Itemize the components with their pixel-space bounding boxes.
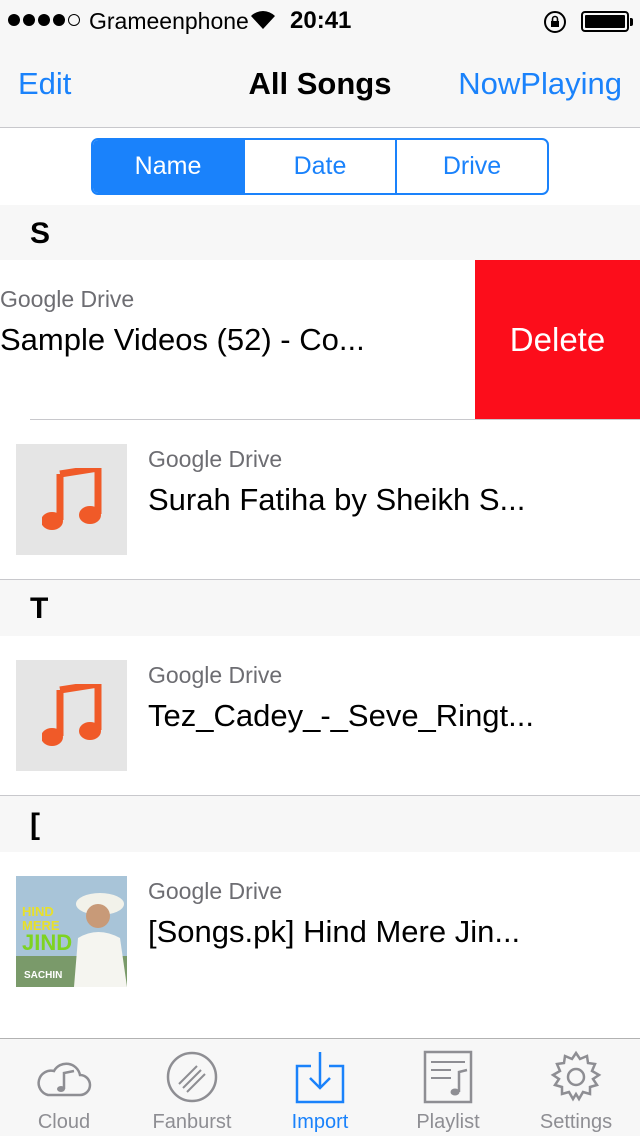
section-header-s: S bbox=[0, 205, 640, 261]
tab-import[interactable]: Import bbox=[256, 1039, 384, 1136]
svg-text:SACHIN: SACHIN bbox=[24, 970, 62, 981]
tab-playlist[interactable]: Playlist bbox=[384, 1039, 512, 1136]
song-row-hind-mere-jind[interactable]: HIND MERE JIND SACHIN Google Drive [Song… bbox=[0, 852, 640, 1012]
cloud-music-icon bbox=[36, 1049, 92, 1105]
delete-button[interactable]: Delete bbox=[475, 260, 640, 420]
tab-label: Playlist bbox=[416, 1111, 480, 1133]
song-title: [Songs.pk] Hind Mere Jin... bbox=[148, 914, 521, 949]
segment-name[interactable]: Name bbox=[93, 140, 245, 193]
tab-settings[interactable]: Settings bbox=[512, 1039, 640, 1136]
segment-drive[interactable]: Drive bbox=[397, 140, 547, 193]
wifi-icon bbox=[251, 11, 275, 29]
tab-fanburst[interactable]: Fanburst bbox=[128, 1039, 256, 1136]
fanburst-icon bbox=[164, 1049, 220, 1105]
tab-label: Fanburst bbox=[152, 1111, 232, 1133]
tab-label: Cloud bbox=[37, 1111, 91, 1133]
svg-text:HIND: HIND bbox=[22, 904, 54, 919]
playlist-icon bbox=[420, 1049, 476, 1105]
section-letter: T bbox=[30, 592, 49, 625]
section-header-bracket: [ bbox=[0, 796, 640, 852]
tab-cloud[interactable]: Cloud bbox=[0, 1039, 128, 1136]
song-source: Google Drive bbox=[148, 878, 283, 904]
music-note-icon bbox=[41, 683, 101, 746]
music-note-icon bbox=[41, 467, 101, 530]
import-icon bbox=[292, 1049, 348, 1105]
tab-bar: Cloud Fanburst Import Playlist Settings bbox=[0, 1038, 640, 1136]
segment-date[interactable]: Date bbox=[245, 140, 397, 193]
song-source: Google Drive bbox=[148, 446, 283, 472]
status-time: 20:41 bbox=[290, 7, 352, 34]
song-title: Sample Videos (52) - Co... bbox=[0, 322, 365, 357]
rotation-lock-icon bbox=[544, 11, 566, 33]
song-thumbnail bbox=[16, 444, 127, 555]
song-thumbnail bbox=[16, 660, 127, 771]
section-letter: [ bbox=[30, 808, 40, 841]
navigation-bar: All Songs Edit NowPlaying bbox=[0, 40, 640, 128]
section-letter: S bbox=[30, 217, 51, 250]
tab-label: Settings bbox=[539, 1111, 613, 1133]
signal-strength-icon bbox=[8, 14, 80, 26]
album-art: HIND MERE JIND SACHIN bbox=[16, 876, 127, 987]
carrier-name: Grameenphone bbox=[89, 8, 249, 34]
svg-text:JIND: JIND bbox=[22, 930, 72, 955]
battery-icon bbox=[581, 11, 633, 32]
now-playing-button[interactable]: NowPlaying bbox=[458, 66, 622, 102]
status-bar: Grameenphone 20:41 bbox=[0, 0, 640, 40]
sort-control-area: Name Date Drive bbox=[0, 128, 640, 205]
song-row-surah-fatiha[interactable]: Google Drive Surah Fatiha by Sheikh S... bbox=[0, 420, 640, 580]
song-row-tez-cadey[interactable]: Google Drive Tez_Cadey_-_Seve_Ringt... bbox=[0, 636, 640, 796]
tab-label: Import bbox=[291, 1111, 349, 1133]
song-source: Google Drive bbox=[0, 286, 135, 312]
section-header-t: T bbox=[0, 580, 640, 636]
song-title: Surah Fatiha by Sheikh S... bbox=[148, 482, 526, 517]
song-row-sample-videos[interactable]: Google Drive Sample Videos (52) - Co... … bbox=[0, 260, 640, 420]
edit-button[interactable]: Edit bbox=[18, 66, 71, 102]
album-art-thumbnail: HIND MERE JIND SACHIN bbox=[16, 876, 127, 987]
sort-segmented-control: Name Date Drive bbox=[91, 138, 549, 195]
gear-icon bbox=[548, 1049, 604, 1105]
song-source: Google Drive bbox=[148, 662, 283, 688]
song-title: Tez_Cadey_-_Seve_Ringt... bbox=[148, 698, 535, 733]
